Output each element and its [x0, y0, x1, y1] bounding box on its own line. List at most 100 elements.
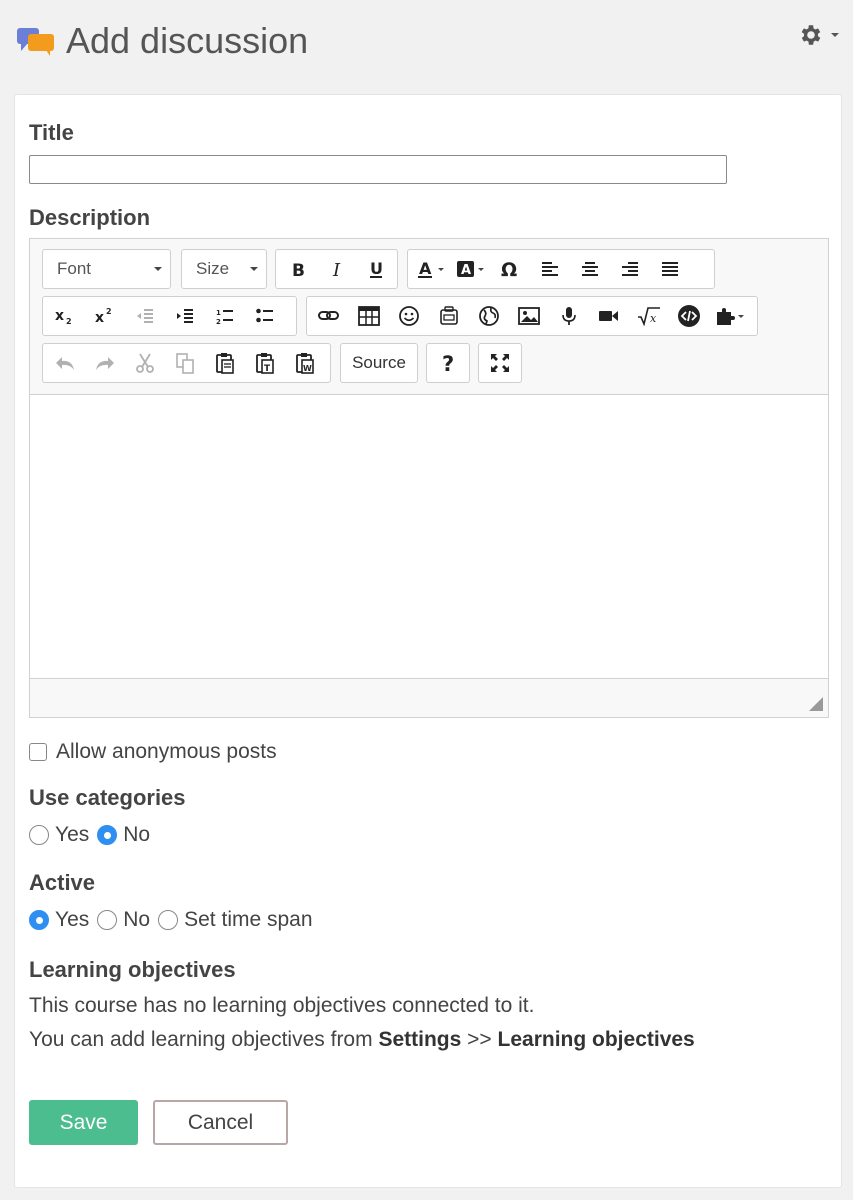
- svg-text:x: x: [95, 310, 104, 326]
- question-icon: ?: [440, 352, 456, 374]
- align-left-icon: [540, 260, 560, 278]
- align-center-icon: [580, 260, 600, 278]
- copy-icon: [175, 352, 195, 374]
- microphone-icon: [560, 306, 578, 326]
- maximize-button[interactable]: [481, 345, 519, 381]
- video-camera-icon: [598, 307, 620, 325]
- chevron-down-icon: [738, 314, 744, 318]
- size-combo[interactable]: Size: [181, 249, 267, 289]
- categories-yes-label: Yes: [55, 823, 90, 846]
- justify-button[interactable]: [650, 251, 690, 287]
- font-combo-label: Font: [57, 259, 92, 278]
- superscript-button[interactable]: x2: [85, 298, 125, 334]
- paste-as-text-button[interactable]: T: [245, 345, 285, 381]
- globe-button[interactable]: [469, 298, 509, 334]
- rich-text-editor: Font Size B I U A A Ω x 2 x 2 1 2 x T W …: [29, 238, 829, 718]
- svg-text:A: A: [461, 263, 471, 278]
- anonymous-posts-checkbox[interactable]: [29, 743, 47, 761]
- active-no-label: No: [123, 908, 151, 931]
- copy-button[interactable]: [165, 345, 205, 381]
- video-button[interactable]: [589, 298, 629, 334]
- maximize-icon: [489, 352, 511, 374]
- math-formula-button[interactable]: x: [629, 298, 669, 334]
- svg-text:U: U: [370, 259, 383, 278]
- paste-from-word-button[interactable]: W: [285, 345, 325, 381]
- use-categories-options: Yes No: [29, 823, 158, 847]
- square-root-icon: x: [637, 306, 661, 326]
- bulleted-list-icon: [255, 307, 275, 325]
- image-button[interactable]: [509, 298, 549, 334]
- underline-button[interactable]: U: [356, 251, 395, 287]
- save-button[interactable]: Save: [29, 1100, 138, 1145]
- scissors-icon: [135, 352, 155, 374]
- svg-text:I: I: [332, 260, 341, 279]
- active-label: Active: [29, 870, 96, 895]
- svg-text:W: W: [303, 364, 312, 373]
- learning-objectives-text: This course has no learning objectives c…: [29, 994, 535, 1017]
- link-button[interactable]: [309, 298, 349, 334]
- discussion-bubbles-icon: [16, 25, 56, 57]
- chevron-down-icon: [830, 31, 840, 39]
- discussion-form: Title Description Font Size B I U A A Ω: [14, 94, 842, 1188]
- use-categories-label: Use categories: [29, 785, 186, 810]
- undo-button[interactable]: [45, 345, 85, 381]
- font-combo[interactable]: Font: [42, 249, 171, 289]
- bold-button[interactable]: B: [278, 251, 317, 287]
- text-color-button[interactable]: A: [410, 251, 450, 287]
- bulleted-list-button[interactable]: [245, 298, 285, 334]
- plugins-button[interactable]: [709, 298, 749, 334]
- background-color-button[interactable]: A: [450, 251, 490, 287]
- special-character-button[interactable]: Ω: [490, 251, 530, 287]
- title-input[interactable]: [29, 155, 727, 184]
- underline-icon: U: [366, 259, 386, 279]
- italic-button[interactable]: I: [317, 251, 356, 287]
- anonymous-posts-label: Allow anonymous posts: [56, 740, 277, 763]
- table-button[interactable]: [349, 298, 389, 334]
- chevron-down-icon: [478, 267, 484, 271]
- redo-button[interactable]: [85, 345, 125, 381]
- hint-separator: >>: [467, 1028, 492, 1051]
- code-icon: [677, 304, 701, 328]
- background-color-icon: A: [456, 259, 476, 279]
- embed-code-button[interactable]: [669, 298, 709, 334]
- iframe-button[interactable]: [429, 298, 469, 334]
- resize-grip-icon[interactable]: [809, 697, 823, 711]
- indent-button[interactable]: [165, 298, 205, 334]
- numbered-list-button[interactable]: 12: [205, 298, 245, 334]
- cancel-button[interactable]: Cancel: [153, 1100, 288, 1145]
- settings-menu-button[interactable]: [798, 20, 846, 50]
- svg-text:?: ?: [442, 352, 454, 374]
- active-yes-radio[interactable]: [29, 910, 49, 930]
- subscript-icon: x2: [54, 306, 76, 326]
- outdent-button[interactable]: [125, 298, 165, 334]
- learning-objectives-link-text: Learning objectives: [497, 1028, 695, 1051]
- active-options: Yes No Set time span: [29, 908, 321, 932]
- toolbar-group-tools: [478, 343, 522, 383]
- page-header: Add discussion: [0, 0, 853, 90]
- audio-button[interactable]: [549, 298, 589, 334]
- smiley-button[interactable]: [389, 298, 429, 334]
- categories-no-radio[interactable]: [97, 825, 118, 845]
- puzzle-icon: [714, 305, 736, 327]
- cut-button[interactable]: [125, 345, 165, 381]
- learning-objectives-hint: You can add learning objectives from Set…: [29, 1028, 695, 1052]
- categories-yes-radio[interactable]: [29, 825, 49, 845]
- editor-toolbar: Font Size B I U A A Ω x 2 x 2 1 2 x T W …: [30, 239, 828, 394]
- source-button[interactable]: Source: [340, 343, 418, 383]
- paste-button[interactable]: [205, 345, 245, 381]
- align-left-button[interactable]: [530, 251, 570, 287]
- text-color-icon: A: [416, 259, 436, 279]
- categories-no-label: No: [123, 823, 151, 846]
- help-button[interactable]: ?: [429, 345, 467, 381]
- subscript-button[interactable]: x2: [45, 298, 85, 334]
- svg-text:x: x: [650, 312, 657, 325]
- active-no-radio[interactable]: [97, 910, 118, 930]
- align-center-button[interactable]: [570, 251, 610, 287]
- chevron-down-icon: [154, 267, 162, 271]
- learning-objectives-label: Learning objectives: [29, 957, 236, 982]
- chevron-down-icon: [438, 267, 444, 271]
- indent-icon: [175, 307, 195, 325]
- editor-content-area[interactable]: [30, 394, 828, 679]
- active-time-span-radio[interactable]: [158, 910, 179, 930]
- align-right-button[interactable]: [610, 251, 650, 287]
